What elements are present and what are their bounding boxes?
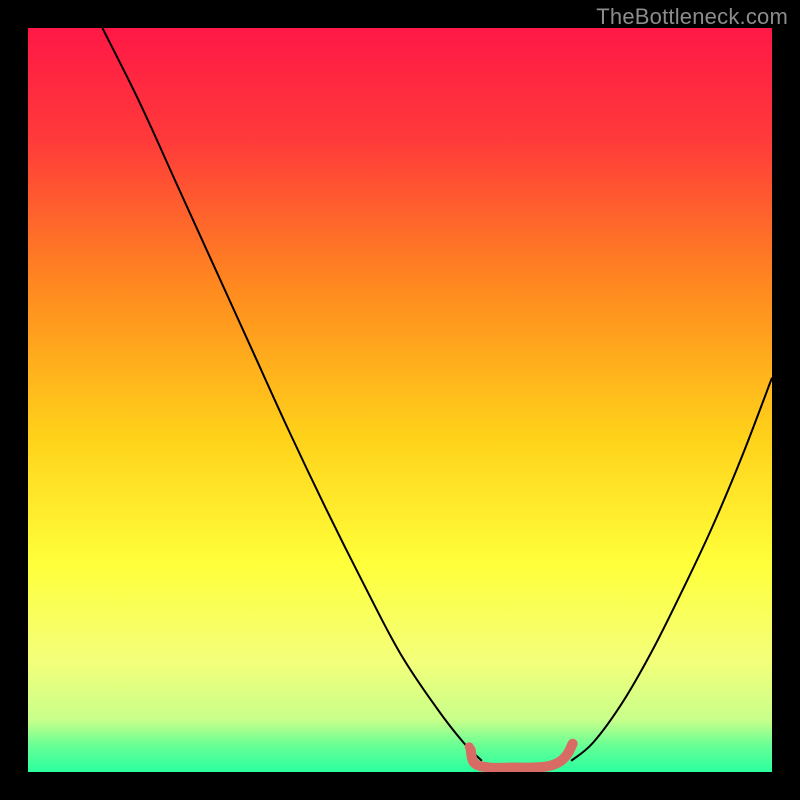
chart-frame: TheBottleneck.com: [0, 0, 800, 800]
optimal-dot: [465, 742, 474, 751]
gradient-background: [28, 28, 772, 772]
watermark-text: TheBottleneck.com: [596, 4, 788, 30]
bottleneck-chart: [28, 28, 772, 772]
plot-area: [28, 28, 772, 772]
